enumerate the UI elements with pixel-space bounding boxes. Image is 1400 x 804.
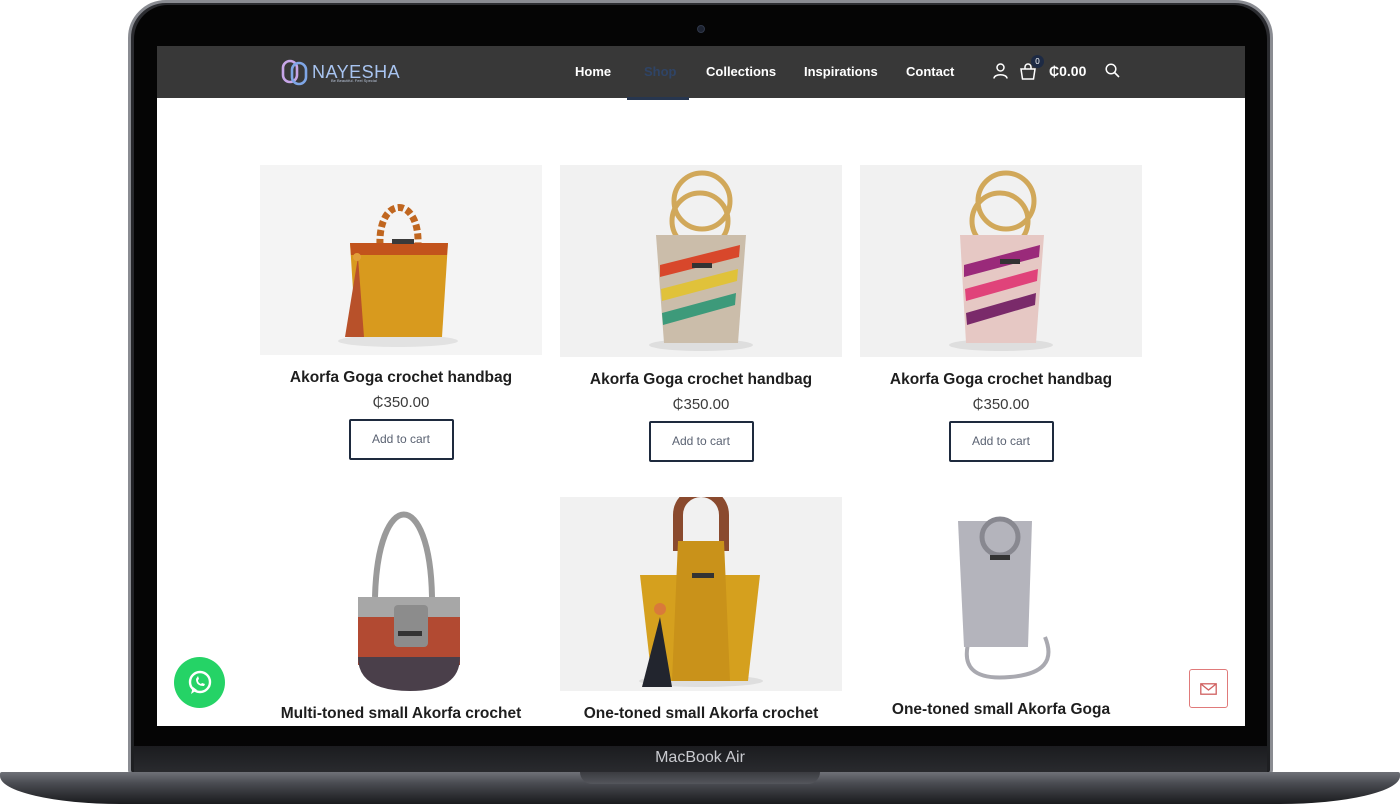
product-card: Multi-toned small Akorfa crochet	[260, 497, 542, 723]
product-name[interactable]: One-toned small Akorfa crochet	[560, 705, 842, 723]
product-price: ₵350.00	[972, 396, 1030, 413]
add-to-cart-button[interactable]: Add to cart	[348, 419, 454, 460]
nav-home[interactable]: Home	[575, 64, 611, 79]
brand-tagline: Be Beautiful. Feel Special	[331, 78, 377, 83]
browser-screen: NAYESHA Be Beautiful. Feel Special Home …	[157, 46, 1245, 726]
product-card: Akorfa Goga crochet handbag ₵350.00 Add …	[560, 165, 842, 462]
add-to-cart-button[interactable]: Add to cart	[648, 421, 754, 462]
device-label: MacBook Air	[655, 749, 745, 766]
product-card: One-toned small Akorfa crochet	[560, 497, 842, 723]
product-image[interactable]	[260, 497, 542, 693]
product-name[interactable]: Multi-toned small Akorfa crochet	[260, 705, 542, 723]
product-name[interactable]: One-toned small Akorfa Goga	[860, 701, 1142, 719]
contact-mail-button[interactable]	[1189, 669, 1228, 708]
site-header: NAYESHA Be Beautiful. Feel Special Home …	[157, 46, 1245, 100]
product-image[interactable]	[560, 165, 842, 357]
product-image[interactable]	[860, 165, 1142, 357]
product-name[interactable]: Akorfa Goga crochet handbag	[860, 371, 1142, 389]
product-image[interactable]	[860, 497, 1142, 689]
brand-logo[interactable]: NAYESHA Be Beautiful. Feel Special	[281, 58, 400, 86]
product-name[interactable]: Akorfa Goga crochet handbag	[260, 369, 542, 387]
nav-shop[interactable]: Shop	[644, 64, 677, 79]
product-image[interactable]	[560, 497, 842, 691]
product-card: One-toned small Akorfa Goga	[860, 497, 1142, 719]
cart-count-badge: 0	[1031, 55, 1044, 68]
nav-contact[interactable]: Contact	[906, 64, 954, 79]
product-card: Akorfa Goga crochet handbag ₵350.00 Add …	[260, 165, 542, 460]
cart-total[interactable]: ₵0.00	[1049, 63, 1086, 79]
product-image[interactable]	[260, 165, 542, 355]
whatsapp-button[interactable]	[174, 657, 225, 708]
product-price: ₵350.00	[372, 394, 430, 411]
user-icon[interactable]	[993, 63, 1008, 79]
nav-inspirations[interactable]: Inspirations	[804, 64, 878, 79]
nav-collections[interactable]: Collections	[706, 64, 776, 79]
laptop-notch	[580, 772, 820, 784]
mail-icon	[1200, 682, 1217, 695]
active-nav-indicator	[627, 97, 689, 100]
product-price: ₵350.00	[672, 396, 730, 413]
product-card: Akorfa Goga crochet handbag ₵350.00 Add …	[860, 165, 1142, 462]
search-icon[interactable]	[1105, 63, 1120, 78]
product-name[interactable]: Akorfa Goga crochet handbag	[560, 371, 842, 389]
camera-dot	[697, 25, 705, 33]
add-to-cart-button[interactable]: Add to cart	[948, 421, 1054, 462]
whatsapp-icon	[188, 670, 211, 694]
logo-mark-icon	[281, 59, 308, 86]
